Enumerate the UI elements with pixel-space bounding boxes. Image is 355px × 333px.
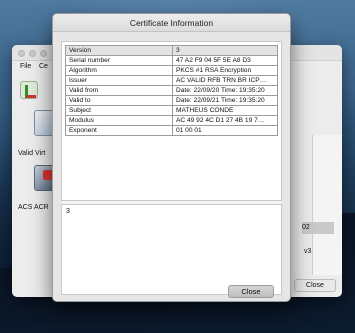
reader-label-acs[interactable]: ACS ACR (18, 204, 49, 211)
minimize-dot-icon[interactable] (29, 50, 36, 57)
field-name: Modulus (65, 115, 173, 126)
background-right-panel (312, 135, 342, 275)
field-name: Serial number (65, 55, 173, 66)
table-row[interactable]: Issuer AC VALID RFB TRN BR ICP… (65, 75, 278, 86)
field-name: Exponent (65, 125, 173, 136)
background-selected-row[interactable]: 02 (302, 222, 334, 234)
field-value: AC 49 92 4C D1 27 4B 19 7… (172, 115, 278, 126)
field-name: Valid from (65, 85, 173, 96)
close-dot-icon[interactable] (18, 50, 25, 57)
certificate-properties-table: Version 3 Serial number 47 A2 F9 04 5F 5E… (65, 45, 278, 136)
field-value: Date: 22/09/20 Time: 19:35:20 (172, 85, 278, 96)
reader-label-valid[interactable]: Valid Virt (18, 150, 45, 157)
table-row[interactable]: Serial number 47 A2 F9 04 5F 5E A8 D3 (65, 55, 278, 66)
refresh-tool-icon[interactable] (20, 81, 38, 99)
table-row[interactable]: Algorithm PKCS #1 RSA Encryption (65, 65, 278, 76)
dialog-body: Version 3 Serial number 47 A2 F9 04 5F 5E… (61, 41, 282, 295)
field-value: PKCS #1 RSA Encryption (172, 65, 278, 76)
table-row[interactable]: Subject MATHEUS CONDE (65, 105, 278, 116)
column-header-value[interactable]: 3 (172, 45, 278, 56)
certificate-properties-list[interactable]: Version 3 Serial number 47 A2 F9 04 5F 5E… (61, 41, 282, 201)
dialog-title: Certificate Information (53, 14, 290, 32)
table-row[interactable]: Valid from Date: 22/09/20 Time: 19:35:20 (65, 85, 278, 96)
field-value: Date: 22/09/21 Time: 19:35:20 (172, 95, 278, 106)
field-value: 47 A2 F9 04 5F 5E A8 D3 (172, 55, 278, 66)
background-close-button[interactable]: Close (294, 279, 336, 292)
column-header-field[interactable]: Version (65, 45, 173, 56)
table-row[interactable]: Valid to Date: 22/09/21 Time: 19:35:20 (65, 95, 278, 106)
field-value: MATHEUS CONDE (172, 105, 278, 116)
field-name: Valid to (65, 95, 173, 106)
field-detail-textarea[interactable]: 3 (61, 204, 282, 295)
menu-file[interactable]: File (20, 63, 31, 70)
field-value: AC VALID RFB TRN BR ICP… (172, 75, 278, 86)
background-version-text: v3 (304, 248, 312, 255)
close-button[interactable]: Close (228, 285, 274, 298)
certificate-dialog[interactable]: Certificate Information Version 3 Serial… (52, 13, 291, 302)
zoom-dot-icon[interactable] (40, 50, 47, 57)
menu-certificate[interactable]: Ce (39, 63, 48, 70)
field-name: Issuer (65, 75, 173, 86)
field-value: 01 00 01 (172, 125, 278, 136)
table-header-row: Version 3 (65, 45, 278, 56)
table-row[interactable]: Modulus AC 49 92 4C D1 27 4B 19 7… (65, 115, 278, 126)
table-row[interactable]: Exponent 01 00 01 (65, 125, 278, 136)
field-name: Subject (65, 105, 173, 116)
field-name: Algorithm (65, 65, 173, 76)
